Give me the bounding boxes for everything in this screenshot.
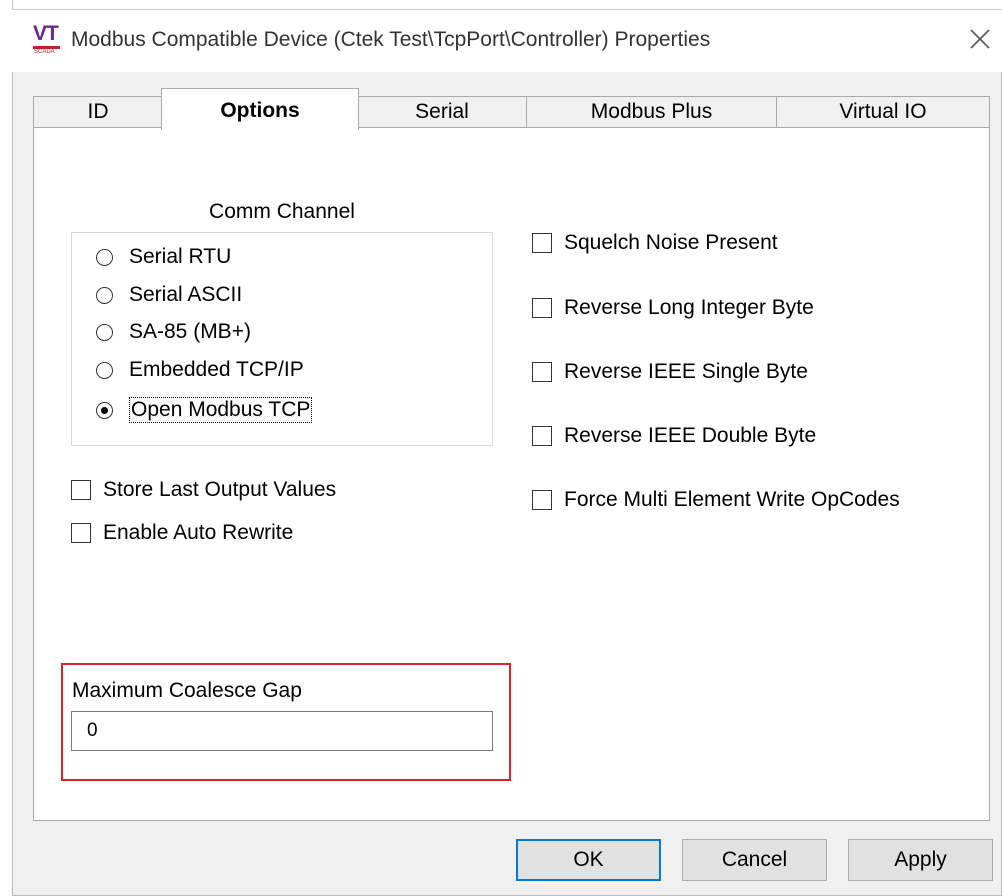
checkbox[interactable] — [532, 426, 552, 446]
tab-label: Virtual IO — [839, 100, 927, 123]
tab-serial[interactable]: Serial — [357, 96, 527, 128]
tab-options[interactable]: Options — [161, 88, 359, 130]
radio-embedded-tcpip[interactable]: Embedded TCP/IP — [96, 358, 304, 382]
checkbox[interactable] — [532, 233, 552, 253]
radio-open-modbus-tcp[interactable]: Open Modbus TCP — [96, 397, 313, 423]
radio-button[interactable] — [96, 248, 113, 266]
radio-button-selected[interactable] — [96, 401, 113, 419]
checkbox[interactable] — [71, 523, 91, 543]
check-squelch-noise[interactable]: Squelch Noise Present — [532, 231, 778, 255]
checkbox-label: Reverse Long Integer Byte — [564, 296, 814, 319]
checkbox[interactable] — [71, 480, 91, 500]
tab-label: Modbus Plus — [590, 100, 713, 123]
checkbox-label: Squelch Noise Present — [564, 231, 778, 254]
tab-id[interactable]: ID — [33, 96, 163, 128]
close-icon — [970, 29, 990, 49]
radio-label: Embedded TCP/IP — [129, 358, 304, 381]
check-enable-auto-rewrite[interactable]: Enable Auto Rewrite — [71, 521, 293, 545]
checkbox[interactable] — [532, 362, 552, 382]
radio-sa85[interactable]: SA-85 (MB+) — [96, 320, 251, 344]
tab-label: Serial — [415, 100, 469, 123]
radio-serial-rtu[interactable]: Serial RTU — [96, 245, 231, 269]
radio-serial-ascii[interactable]: Serial ASCII — [96, 283, 242, 307]
comm-channel-legend: Comm Channel — [182, 200, 382, 224]
coalesce-gap-label: Maximum Coalesce Gap — [72, 679, 302, 702]
checkbox-label: Enable Auto Rewrite — [103, 521, 294, 544]
check-reverse-long-integer[interactable]: Reverse Long Integer Byte — [532, 296, 814, 320]
check-force-multi-element[interactable]: Force Multi Element Write OpCodes — [532, 488, 900, 512]
checkbox-label: Store Last Output Values — [103, 478, 337, 501]
tab-label: Options — [220, 99, 300, 122]
check-reverse-ieee-single[interactable]: Reverse IEEE Single Byte — [532, 360, 808, 384]
window-title: Modbus Compatible Device (Ctek Test\TcpP… — [71, 28, 711, 51]
cancel-button[interactable]: Cancel — [682, 839, 827, 881]
logo-letters: VT — [33, 22, 59, 45]
checkbox[interactable] — [532, 298, 552, 318]
ok-button[interactable]: OK — [516, 839, 661, 881]
coalesce-gap-input[interactable] — [71, 711, 493, 751]
radio-button[interactable] — [96, 286, 113, 304]
radio-label: Open Modbus TCP — [129, 397, 313, 423]
radio-dot — [101, 406, 108, 414]
radio-label: Serial ASCII — [129, 283, 243, 306]
check-reverse-ieee-double[interactable]: Reverse IEEE Double Byte — [532, 424, 816, 448]
tab-modbus-plus[interactable]: Modbus Plus — [526, 96, 777, 128]
checkbox-label: Reverse IEEE Single Byte — [564, 360, 808, 383]
tab-virtual-io[interactable]: Virtual IO — [776, 96, 990, 128]
radio-label: Serial RTU — [129, 245, 232, 268]
close-button[interactable] — [966, 24, 994, 54]
vtscada-logo-icon: VT SCADA — [33, 23, 63, 57]
logo-subtext: SCADA — [34, 49, 55, 55]
checkbox-label: Force Multi Element Write OpCodes — [564, 488, 900, 511]
background-window — [0, 0, 1002, 10]
check-store-last-output[interactable]: Store Last Output Values — [71, 478, 336, 502]
radio-label: SA-85 (MB+) — [129, 320, 251, 343]
checkbox[interactable] — [532, 490, 552, 510]
checkbox-label: Reverse IEEE Double Byte — [564, 424, 817, 447]
radio-button[interactable] — [96, 323, 113, 341]
apply-button[interactable]: Apply — [848, 839, 993, 881]
tab-label: ID — [87, 100, 109, 123]
radio-button[interactable] — [96, 361, 113, 379]
